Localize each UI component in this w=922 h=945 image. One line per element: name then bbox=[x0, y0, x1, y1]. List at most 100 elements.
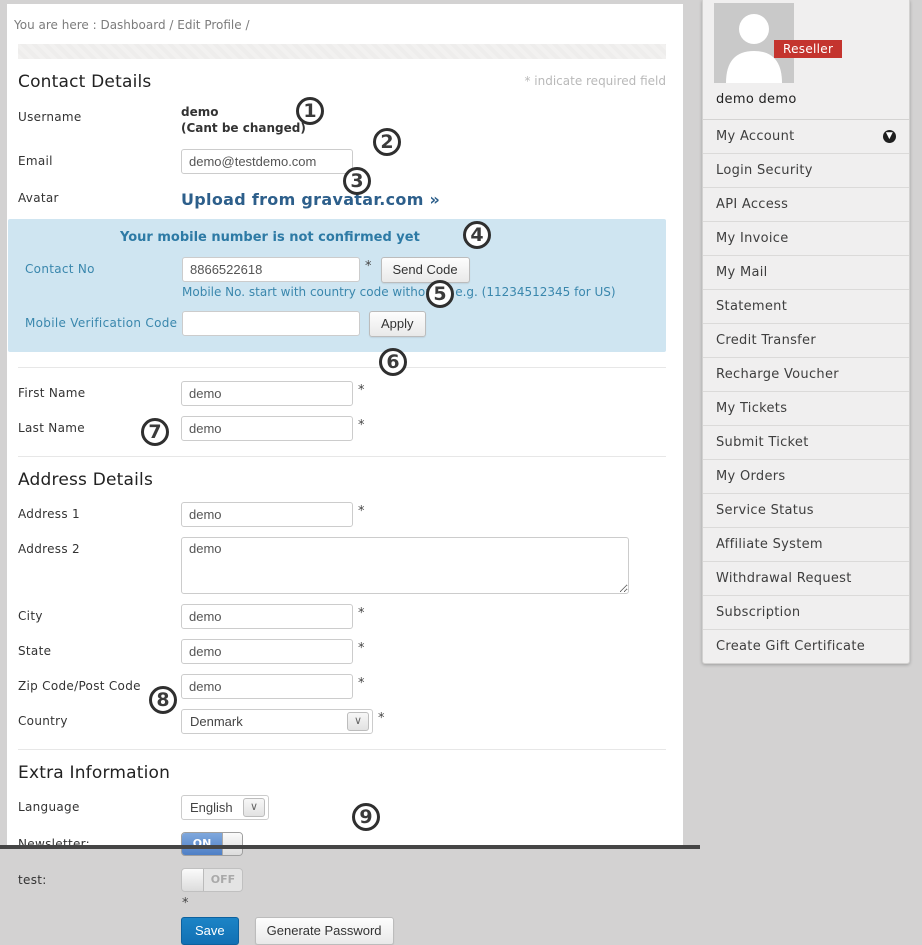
sidebar-item-subscription[interactable]: Subscription bbox=[703, 595, 909, 629]
sidebar-item-recharge-voucher[interactable]: Recharge Voucher bbox=[703, 357, 909, 391]
sidebar-item-label: Create Gift Certificate bbox=[716, 639, 865, 654]
annotation-circle-5: 5 bbox=[426, 280, 454, 308]
sidebar-item-label: Login Security bbox=[716, 163, 813, 178]
required-asterisk: * bbox=[182, 896, 189, 911]
gravatar-upload-link[interactable]: Upload from gravatar.com » bbox=[181, 186, 440, 209]
state-label: State bbox=[18, 639, 181, 658]
required-asterisk: * bbox=[358, 418, 365, 433]
send-code-button[interactable]: Send Code bbox=[381, 257, 470, 283]
sidebar-item-submit-ticket[interactable]: Submit Ticket bbox=[703, 425, 909, 459]
test-toggle[interactable]: OFF bbox=[181, 868, 243, 892]
language-select[interactable]: English ∨ bbox=[181, 795, 269, 820]
required-field-note: * indicate required field bbox=[524, 74, 666, 88]
sidebar-item-label: My Orders bbox=[716, 469, 785, 484]
test-label: test: bbox=[18, 868, 181, 887]
address2-field[interactable]: demo bbox=[181, 537, 629, 594]
country-select[interactable]: Denmark ∨ bbox=[181, 709, 373, 734]
contact-no-label: Contact No bbox=[25, 257, 182, 276]
sidebar-item-my-mail[interactable]: My Mail bbox=[703, 255, 909, 289]
sidebar-item-label: API Access bbox=[716, 197, 788, 212]
address1-label: Address 1 bbox=[18, 502, 181, 521]
sidebar-item-affiliate-system[interactable]: Affiliate System bbox=[703, 527, 909, 561]
newsletter-toggle[interactable]: ON bbox=[181, 832, 243, 856]
annotation-circle-7: 7 bbox=[141, 418, 169, 446]
sidebar-item-label: Submit Ticket bbox=[716, 435, 809, 450]
breadcrumb-link-dashboard[interactable]: Dashboard bbox=[100, 18, 165, 32]
zip-field[interactable] bbox=[181, 674, 353, 699]
main-panel: You are here : Dashboard / Edit Profile … bbox=[7, 4, 683, 845]
decorative-divider-bar bbox=[18, 44, 666, 59]
city-field[interactable] bbox=[181, 604, 353, 629]
breadcrumb-prefix: You are here : bbox=[14, 18, 97, 32]
required-asterisk: * bbox=[358, 606, 365, 621]
sidebar-item-api-access[interactable]: API Access bbox=[703, 187, 909, 221]
sidebar-item-my-orders[interactable]: My Orders bbox=[703, 459, 909, 493]
avatar-label: Avatar bbox=[18, 186, 181, 205]
mobile-confirm-box: Your mobile number is not confirmed yet … bbox=[8, 219, 666, 352]
required-asterisk: * bbox=[365, 259, 372, 274]
sidebar-item-my-invoice[interactable]: My Invoice bbox=[703, 221, 909, 255]
sidebar-item-my-tickets[interactable]: My Tickets bbox=[703, 391, 909, 425]
sidebar-item-label: Withdrawal Request bbox=[716, 571, 852, 586]
verification-code-label: Mobile Verification Code bbox=[25, 311, 182, 330]
required-asterisk: * bbox=[358, 504, 365, 519]
sidebar-item-label: My Mail bbox=[716, 265, 768, 280]
annotation-circle-8: 8 bbox=[149, 686, 177, 714]
required-asterisk: * bbox=[358, 676, 365, 691]
profile-card: Reseller demo demo bbox=[703, 0, 909, 119]
annotation-circle-6: 6 bbox=[379, 348, 407, 376]
sidebar: Reseller demo demo My Account ▼ Login Se… bbox=[702, 0, 910, 664]
language-label: Language bbox=[18, 795, 181, 814]
required-asterisk: * bbox=[378, 711, 385, 726]
chevron-down-icon: ∨ bbox=[347, 712, 369, 731]
sidebar-item-login-security[interactable]: Login Security bbox=[703, 153, 909, 187]
sidebar-item-label: Affiliate System bbox=[716, 537, 823, 552]
username-note: (Cant be changed) bbox=[181, 121, 306, 135]
breadcrumb-separator: / bbox=[169, 18, 173, 32]
page: You are here : Dashboard / Edit Profile … bbox=[0, 0, 922, 849]
address2-label: Address 2 bbox=[18, 537, 181, 556]
required-asterisk: * bbox=[358, 383, 365, 398]
breadcrumb-link-edit-profile[interactable]: Edit Profile bbox=[177, 18, 241, 32]
state-field[interactable] bbox=[181, 639, 353, 664]
language-select-value: English bbox=[190, 800, 233, 815]
address1-field[interactable] bbox=[181, 502, 353, 527]
circle-arrow-down-icon: ▼ bbox=[883, 130, 896, 143]
toggle-handle bbox=[182, 869, 204, 891]
email-label: Email bbox=[18, 149, 181, 168]
toggle-handle bbox=[222, 833, 242, 855]
toggle-on-label: ON bbox=[182, 833, 222, 855]
apply-button[interactable]: Apply bbox=[369, 311, 426, 337]
sidebar-item-label: My Tickets bbox=[716, 401, 787, 416]
annotation-circle-2: 2 bbox=[373, 128, 401, 156]
breadcrumb: You are here : Dashboard / Edit Profile … bbox=[7, 4, 683, 32]
contact-no-field[interactable] bbox=[182, 257, 360, 282]
profile-name: demo demo bbox=[716, 92, 909, 107]
sidebar-item-service-status[interactable]: Service Status bbox=[703, 493, 909, 527]
username-value: demo bbox=[181, 105, 306, 119]
toggle-off-label: OFF bbox=[204, 869, 242, 891]
sidebar-item-label: My Invoice bbox=[716, 231, 789, 246]
sidebar-item-label: Service Status bbox=[716, 503, 814, 518]
generate-password-button[interactable]: Generate Password bbox=[255, 917, 394, 945]
last-name-field[interactable] bbox=[181, 416, 353, 441]
annotation-circle-4: 4 bbox=[463, 221, 491, 249]
email-field[interactable] bbox=[181, 149, 353, 174]
save-button[interactable]: Save bbox=[181, 917, 239, 945]
annotation-circle-3: 3 bbox=[343, 167, 371, 195]
sidebar-item-create-gift-certificate[interactable]: Create Gift Certificate bbox=[703, 629, 909, 663]
sidebar-item-credit-transfer[interactable]: Credit Transfer bbox=[703, 323, 909, 357]
required-asterisk: * bbox=[358, 641, 365, 656]
sidebar-item-label: Statement bbox=[716, 299, 787, 314]
sidebar-item-statement[interactable]: Statement bbox=[703, 289, 909, 323]
sidebar-menu: My Account ▼ Login Security API Access M… bbox=[703, 119, 909, 663]
extra-information-title: Extra Information bbox=[18, 763, 666, 783]
sidebar-item-my-account[interactable]: My Account ▼ bbox=[703, 120, 909, 153]
city-label: City bbox=[18, 604, 181, 623]
verification-code-field[interactable] bbox=[182, 311, 360, 336]
annotation-circle-9: 9 bbox=[352, 803, 380, 831]
first-name-field[interactable] bbox=[181, 381, 353, 406]
address-details-title: Address Details bbox=[18, 470, 666, 490]
sidebar-item-label: Recharge Voucher bbox=[716, 367, 839, 382]
sidebar-item-withdrawal-request[interactable]: Withdrawal Request bbox=[703, 561, 909, 595]
